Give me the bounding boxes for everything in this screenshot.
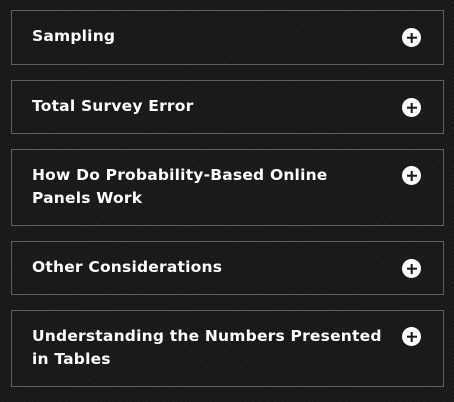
plus-circle-icon[interactable] bbox=[402, 259, 421, 278]
accordion-item-title: Understanding the Numbers Presented in T… bbox=[32, 327, 382, 368]
plus-circle-icon[interactable] bbox=[402, 28, 421, 47]
accordion-item-probability-panels[interactable]: How Do Probability-Based Online Panels W… bbox=[11, 149, 444, 226]
accordion-item-understanding-numbers[interactable]: Understanding the Numbers Presented in T… bbox=[11, 310, 444, 387]
plus-circle-icon[interactable] bbox=[402, 327, 421, 346]
plus-circle-icon[interactable] bbox=[402, 98, 421, 117]
accordion-item-other-considerations[interactable]: Other Considerations bbox=[11, 241, 444, 295]
accordion-item-total-survey-error[interactable]: Total Survey Error bbox=[11, 80, 444, 134]
accordion-item-title: Sampling bbox=[32, 27, 116, 45]
accordion-item-title: Other Considerations bbox=[32, 258, 223, 276]
plus-circle-icon[interactable] bbox=[402, 166, 421, 185]
accordion-item-title: How Do Probability-Based Online Panels W… bbox=[32, 166, 328, 207]
accordion-item-sampling[interactable]: Sampling bbox=[11, 10, 444, 65]
accordion-item-title: Total Survey Error bbox=[32, 97, 194, 115]
faq-accordion: Sampling Total Survey Error How Do Proba… bbox=[0, 0, 454, 402]
